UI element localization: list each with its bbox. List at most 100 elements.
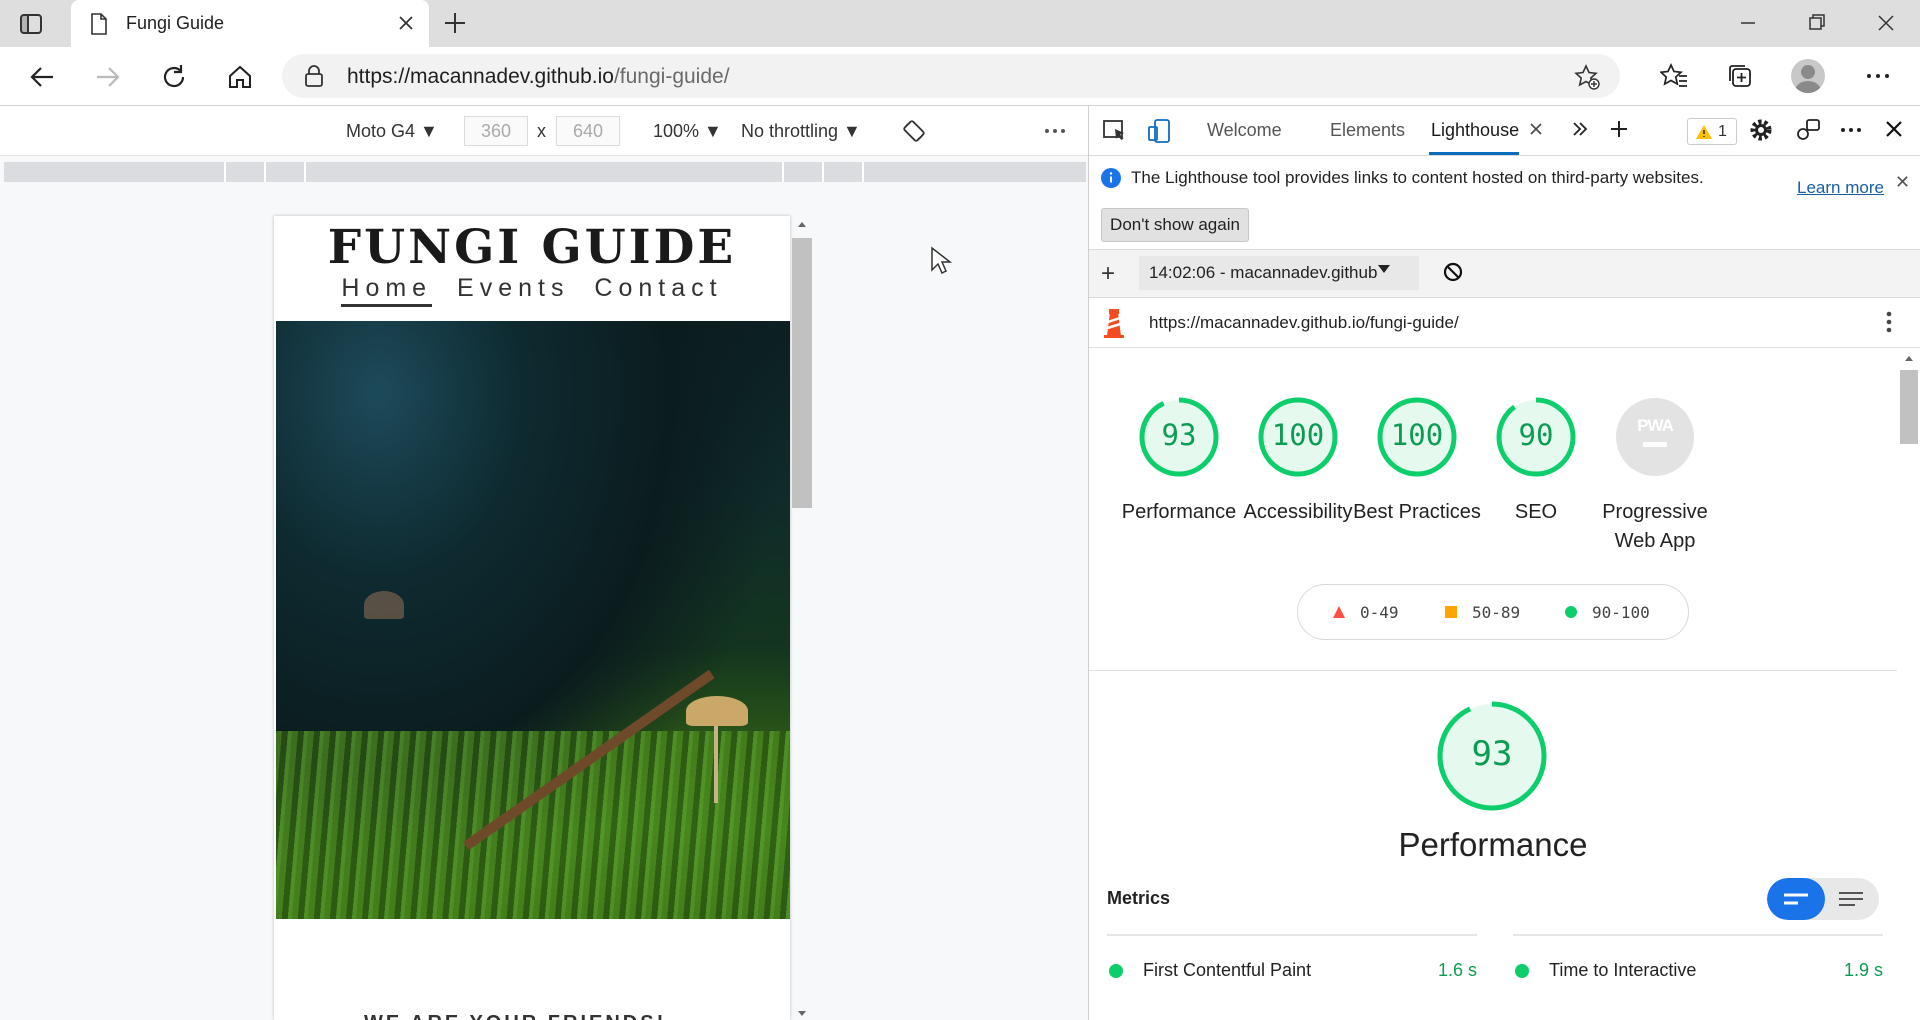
- expanded-view-icon[interactable]: [1837, 891, 1865, 907]
- inspect-element-icon[interactable]: [1102, 118, 1128, 144]
- new-report-icon[interactable]: +: [1101, 260, 1115, 288]
- tab-strip: Fungi Guide: [0, 0, 1920, 47]
- dont-show-again-button[interactable]: Don't show again: [1101, 208, 1249, 242]
- add-favorite-icon[interactable]: [1574, 64, 1600, 90]
- zoom-select[interactable]: 100% ▼: [653, 121, 722, 142]
- report-menu-icon[interactable]: [1881, 308, 1897, 336]
- report-scrollbar[interactable]: [1897, 348, 1920, 1020]
- more-options-icon[interactable]: [1043, 119, 1067, 143]
- report-select-label: 14:02:06 - macannadev.github: [1149, 263, 1378, 282]
- tab-actions-icon[interactable]: [18, 11, 54, 37]
- url-host: https://macannadev.github.io: [347, 65, 614, 88]
- mouse-cursor-icon: [930, 246, 952, 276]
- legend-average-label: 50-89: [1472, 603, 1521, 622]
- close-tab-icon[interactable]: [397, 14, 415, 32]
- close-lighthouse-tab-icon[interactable]: [1529, 122, 1543, 136]
- pass-circle-icon: [1565, 606, 1577, 618]
- performance-heading: Performance: [1398, 826, 1588, 863]
- emulated-page: FUNGI GUIDE Home Events Contact WE ARE Y…: [274, 216, 790, 1020]
- pwa-badge-icon: PWA: [1606, 388, 1704, 486]
- rotate-icon[interactable]: [902, 119, 926, 143]
- warning-count-badge[interactable]: 1: [1687, 118, 1737, 145]
- average-square-icon: [1445, 606, 1457, 618]
- section-divider: [1089, 670, 1897, 671]
- collections-icon[interactable]: [1726, 62, 1754, 90]
- lighthouse-logo-icon: [1103, 308, 1125, 338]
- info-icon: [1101, 168, 1121, 188]
- device-emulation-icon[interactable]: [1146, 118, 1172, 144]
- tab-title: Fungi Guide: [126, 13, 225, 33]
- favorites-icon[interactable]: [1660, 62, 1688, 90]
- clear-reports-icon[interactable]: [1443, 262, 1463, 282]
- metrics-view-toggle[interactable]: [1767, 878, 1879, 920]
- height-input[interactable]: 640: [556, 116, 620, 146]
- metric-value: 1.6 s: [1437, 960, 1477, 980]
- devtools-panel: Welcome Elements Lighthouse 1 The Lighth…: [1088, 106, 1920, 1020]
- metric-name: First Contentful Paint: [1143, 960, 1312, 980]
- nav-home-link[interactable]: Home: [341, 274, 433, 307]
- minimize-icon[interactable]: [1735, 10, 1761, 36]
- add-tool-icon[interactable]: [1609, 119, 1629, 139]
- tab-lighthouse[interactable]: Lighthouse: [1431, 120, 1519, 141]
- more-tabs-icon[interactable]: [1571, 120, 1589, 138]
- url-text[interactable]: https://macannadev.github.io/fungi-guide…: [347, 65, 730, 89]
- legend-pass-label: 90-100: [1592, 603, 1650, 622]
- report-url-row: https://macannadev.github.io/fungi-guide…: [1089, 298, 1920, 348]
- info-banner: The Lighthouse tool provides links to co…: [1089, 156, 1920, 250]
- score-value: 100: [1271, 418, 1325, 452]
- new-tab-icon[interactable]: [443, 11, 467, 35]
- legend-average: 50-89: [1444, 603, 1520, 622]
- feedback-icon[interactable]: [1795, 118, 1821, 142]
- site-nav: Home Events Contact: [274, 274, 790, 307]
- lock-icon[interactable]: [304, 65, 324, 87]
- nav-events-link[interactable]: Events: [457, 274, 569, 302]
- metrics-heading: Metrics: [1107, 888, 1171, 908]
- site-title: FUNGI GUIDE: [327, 220, 737, 275]
- device-emulation-area: Moto G4 ▼ 360 x 640 100% ▼ No throttling…: [0, 106, 1088, 1020]
- device-select[interactable]: Moto G4 ▼: [346, 121, 438, 142]
- learn-more-link[interactable]: Learn more: [1797, 178, 1884, 198]
- close-window-icon[interactable]: [1873, 10, 1899, 36]
- forward-arrow-icon[interactable]: [94, 63, 122, 91]
- devtools-more-icon[interactable]: [1839, 118, 1863, 142]
- compact-view-icon: [1782, 891, 1810, 907]
- hero-mushroom-image: [276, 321, 790, 919]
- restore-icon[interactable]: [1804, 10, 1830, 36]
- score-value: 93: [1161, 418, 1197, 452]
- lighthouse-report: 93 Performance 100 Accessibility 100 Best Pra…: [1089, 348, 1897, 1020]
- tab-welcome[interactable]: Welcome: [1207, 120, 1282, 141]
- url-path: /fungi-guide/: [613, 65, 730, 88]
- legend-fail: 0-49: [1332, 603, 1399, 622]
- fail-triangle-icon: [1333, 606, 1345, 618]
- info-message: The Lighthouse tool provides links to co…: [1131, 168, 1704, 187]
- device-toolbar: Moto G4 ▼ 360 x 640 100% ▼ No throttling…: [0, 106, 1088, 156]
- close-devtools-icon[interactable]: [1885, 120, 1903, 138]
- throttling-select[interactable]: No throttling ▼: [741, 121, 861, 142]
- address-bar[interactable]: https://macannadev.github.io/fungi-guide…: [282, 54, 1620, 98]
- profile-avatar[interactable]: [1791, 59, 1825, 93]
- pass-dot-icon: [1515, 964, 1529, 978]
- home-icon[interactable]: [226, 63, 254, 91]
- width-input[interactable]: 360: [464, 116, 528, 146]
- close-info-icon[interactable]: ✕: [1895, 172, 1910, 193]
- dimension-separator: x: [537, 121, 546, 141]
- score-label: Progressive Web App: [1602, 501, 1708, 552]
- nav-contact-link[interactable]: Contact: [594, 274, 722, 302]
- back-arrow-icon[interactable]: [28, 63, 56, 91]
- refresh-icon[interactable]: [160, 63, 188, 91]
- devtools-tab-bar: Welcome Elements Lighthouse 1: [1089, 106, 1920, 156]
- metric-name: Time to Interactive: [1549, 960, 1697, 980]
- page-scrollbar[interactable]: [792, 216, 812, 1020]
- browser-tab[interactable]: Fungi Guide: [71, 0, 429, 47]
- active-tab-indicator: [1429, 152, 1519, 155]
- score-gauge-progressive-web-app[interactable]: PWA Progressive Web App: [1585, 388, 1725, 556]
- settings-more-icon[interactable]: [1864, 62, 1892, 90]
- report-dropdown-caret-icon[interactable]: [1377, 264, 1391, 274]
- section-heading: WE ARE YOUR FRIENDS!: [364, 1012, 666, 1020]
- devtools-settings-gear-icon[interactable]: [1749, 118, 1773, 142]
- performance-gauge[interactable]: 93: [1436, 700, 1548, 812]
- performance-score: 93: [1471, 734, 1513, 774]
- tab-elements[interactable]: Elements: [1330, 120, 1405, 141]
- media-query-ruler[interactable]: [4, 162, 1086, 182]
- score-legend: 0-49 50-89 90-100: [1297, 584, 1689, 640]
